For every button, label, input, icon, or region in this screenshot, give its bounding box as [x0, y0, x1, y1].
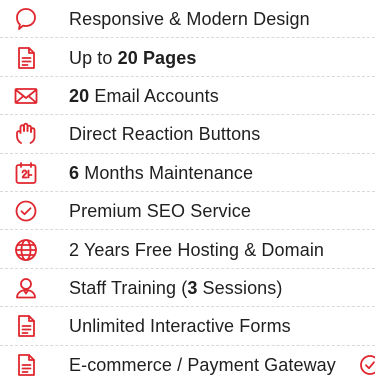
feature-label: E-commerce / Payment Gateway	[69, 354, 336, 375]
feature-row: Unlimited Interactive Forms	[0, 307, 375, 346]
feature-row: 6 Months Maintenance	[0, 154, 375, 193]
feature-label: Direct Reaction Buttons	[69, 124, 261, 145]
feature-label: Unlimited Interactive Forms	[69, 316, 291, 337]
feature-label-highlight: 6	[69, 162, 80, 183]
feature-row: Direct Reaction Buttons	[0, 115, 375, 154]
feature-label-prefix: Staff Training (	[69, 277, 188, 298]
feature-label: 2 Years Free Hosting & Domain	[69, 239, 325, 260]
ecommerce-document-icon	[12, 351, 40, 379]
check-circle-icon	[359, 354, 375, 376]
staff-user-icon	[12, 274, 40, 302]
feature-row: Staff Training (3 Sessions)	[0, 269, 375, 308]
maintenance-calendar-icon	[12, 159, 40, 187]
forms-document-icon	[12, 312, 40, 340]
feature-label-suffix: Email Accounts	[89, 85, 219, 106]
feature-label: Premium SEO Service	[69, 201, 251, 222]
feature-label-highlight: 20	[69, 85, 90, 106]
globe-hosting-icon	[12, 236, 40, 264]
feature-label-prefix: Up to	[69, 47, 118, 68]
feature-label: Responsive & Modern Design	[69, 9, 310, 30]
reaction-hand-icon	[12, 120, 40, 148]
features-list: Responsive & Modern Design Up to 20 Page…	[0, 0, 375, 384]
feature-row: 20 Email Accounts	[0, 77, 375, 116]
seo-check-icon	[12, 197, 40, 225]
feature-label-suffix: Sessions)	[197, 277, 283, 298]
feature-label-suffix: Months Maintenance	[79, 162, 254, 183]
feature-row: E-commerce / Payment Gateway	[0, 346, 375, 384]
feature-row: Responsive & Modern Design	[0, 0, 375, 39]
feature-row: Premium SEO Service	[0, 192, 375, 231]
email-envelope-icon	[12, 82, 40, 110]
responsive-design-icon	[12, 5, 40, 33]
feature-label-highlight: 20 Pages	[117, 47, 197, 68]
document-pages-icon	[12, 44, 40, 72]
feature-row: 2 Years Free Hosting & Domain	[0, 230, 375, 270]
feature-label-highlight: 3	[187, 277, 198, 298]
feature-row: Up to 20 Pages	[0, 38, 375, 78]
